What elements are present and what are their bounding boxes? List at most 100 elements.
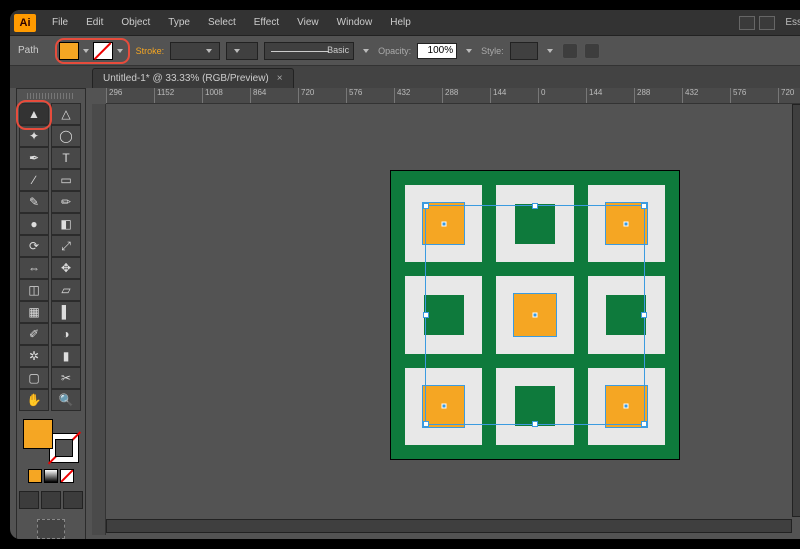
menu-help[interactable]: Help [382,13,419,32]
fill-stroke-indicator[interactable] [21,419,81,463]
tool-eraser[interactable]: ◧ [51,213,81,235]
close-icon[interactable]: × [277,73,283,84]
tool-direct-selection[interactable]: △ [51,103,81,125]
tool-rotate[interactable]: ⟳ [19,235,49,257]
orange-square[interactable] [513,293,556,336]
green-square[interactable] [515,204,555,244]
stroke-swatch[interactable] [93,42,113,60]
tool-blob-brush[interactable]: ● [19,213,49,235]
fill-swatch[interactable] [59,42,79,60]
green-square[interactable] [515,386,555,426]
orange-square[interactable] [605,385,648,428]
menu-effect[interactable]: Effect [246,13,287,32]
var-width-profile[interactable] [226,42,258,60]
panel-grip[interactable] [27,93,75,99]
scrollbar-vertical[interactable] [792,104,800,517]
graphic-style[interactable] [510,42,538,60]
caret-icon[interactable] [117,49,123,53]
none-mode-icon[interactable] [60,469,74,483]
tool-paintbrush[interactable]: ✎ [19,191,49,213]
brush-definition[interactable]: Basic [264,42,354,60]
ruler-tick: 1008 [202,88,250,104]
document-title: Untitled-1* @ 33.33% (RGB/Preview) [103,73,269,84]
tool-mesh[interactable]: ▦ [19,301,49,323]
screen-mode-button[interactable] [37,519,65,539]
fill-color-box[interactable] [23,419,53,449]
align-button[interactable] [584,43,600,59]
tool-hand[interactable]: ✋ [19,389,49,411]
caret-icon[interactable] [547,49,553,53]
tool-magic-wand[interactable]: ✦ [19,125,49,147]
anchor-point[interactable] [624,404,629,409]
pattern-cell[interactable] [588,368,665,445]
green-square[interactable] [606,295,646,335]
recolor-button[interactable] [562,43,578,59]
caret-icon[interactable] [83,49,89,53]
pattern-cell[interactable] [496,185,573,262]
draw-behind-icon[interactable] [41,491,61,509]
draw-normal-icon[interactable] [19,491,39,509]
orange-square[interactable] [422,202,465,245]
tool-perspective[interactable]: ▱ [51,279,81,301]
tool-free-transform[interactable]: ✥ [51,257,81,279]
ruler-vertical[interactable] [92,104,106,535]
tool-rectangle[interactable]: ▭ [51,169,81,191]
color-mode-icon[interactable] [28,469,42,483]
draw-inside-icon[interactable] [63,491,83,509]
stroke-weight-input[interactable] [170,42,220,60]
tool-slice[interactable]: ✂ [51,367,81,389]
caret-icon[interactable] [363,49,369,53]
tool-column-graph[interactable]: ▮ [51,345,81,367]
tool-lasso[interactable]: ◯ [51,125,81,147]
pattern-cell[interactable] [405,368,482,445]
pattern-cell[interactable] [588,185,665,262]
gradient-mode-icon[interactable] [44,469,58,483]
pattern-cell[interactable] [496,368,573,445]
tool-shape-builder[interactable]: ◫ [19,279,49,301]
ruler-tick: 576 [730,88,778,104]
green-square[interactable] [424,295,464,335]
menu-view[interactable]: View [289,13,327,32]
ruler-tick: 288 [442,88,490,104]
menu-file[interactable]: File [44,13,76,32]
tool-artboard[interactable]: ▢ [19,367,49,389]
orange-square[interactable] [422,385,465,428]
tool-pencil[interactable]: ✏ [51,191,81,213]
orange-square[interactable] [605,202,648,245]
menu-edit[interactable]: Edit [78,13,111,32]
tool-selection[interactable]: ▲ [19,103,49,125]
pattern-cell[interactable] [405,185,482,262]
tool-line[interactable]: ∕ [19,169,49,191]
caret-icon[interactable] [466,49,472,53]
tool-type[interactable]: T [51,147,81,169]
pattern-cell[interactable] [405,276,482,353]
document-tab[interactable]: Untitled-1* @ 33.33% (RGB/Preview) × [92,68,294,88]
tool-width[interactable]: ⇔ [19,257,49,279]
tool-eyedropper[interactable]: ✐ [19,323,49,345]
menu-window[interactable]: Window [329,13,381,32]
anchor-point[interactable] [441,221,446,226]
tool-zoom[interactable]: 🔍 [51,389,81,411]
tool-symbol-sprayer[interactable]: ✲ [19,345,49,367]
tool-pen[interactable]: ✒ [19,147,49,169]
anchor-point[interactable] [624,221,629,226]
tool-scale[interactable]: ⤢ [51,235,81,257]
menu-select[interactable]: Select [200,13,244,32]
arrange-icon[interactable] [759,16,775,30]
pattern-cell[interactable] [496,276,573,353]
artboard[interactable] [390,170,680,460]
anchor-point[interactable] [441,404,446,409]
tool-blend[interactable]: ◑ [51,323,81,345]
menu-object[interactable]: Object [113,13,158,32]
pattern-cell[interactable] [588,276,665,353]
fill-stroke-group-highlight [55,38,130,64]
menu-type[interactable]: Type [160,13,198,32]
stroke-color-box[interactable] [49,433,79,463]
scrollbar-horizontal[interactable] [106,519,792,533]
opacity-input[interactable]: 100% [417,43,457,59]
anchor-point[interactable] [532,312,537,317]
tool-gradient[interactable]: ▌ [51,301,81,323]
layout-icon[interactable] [739,16,755,30]
ruler-horizontal[interactable]: 2961152100886472057643228814401442884325… [106,88,800,104]
workspace-label[interactable]: Ess [785,17,800,28]
